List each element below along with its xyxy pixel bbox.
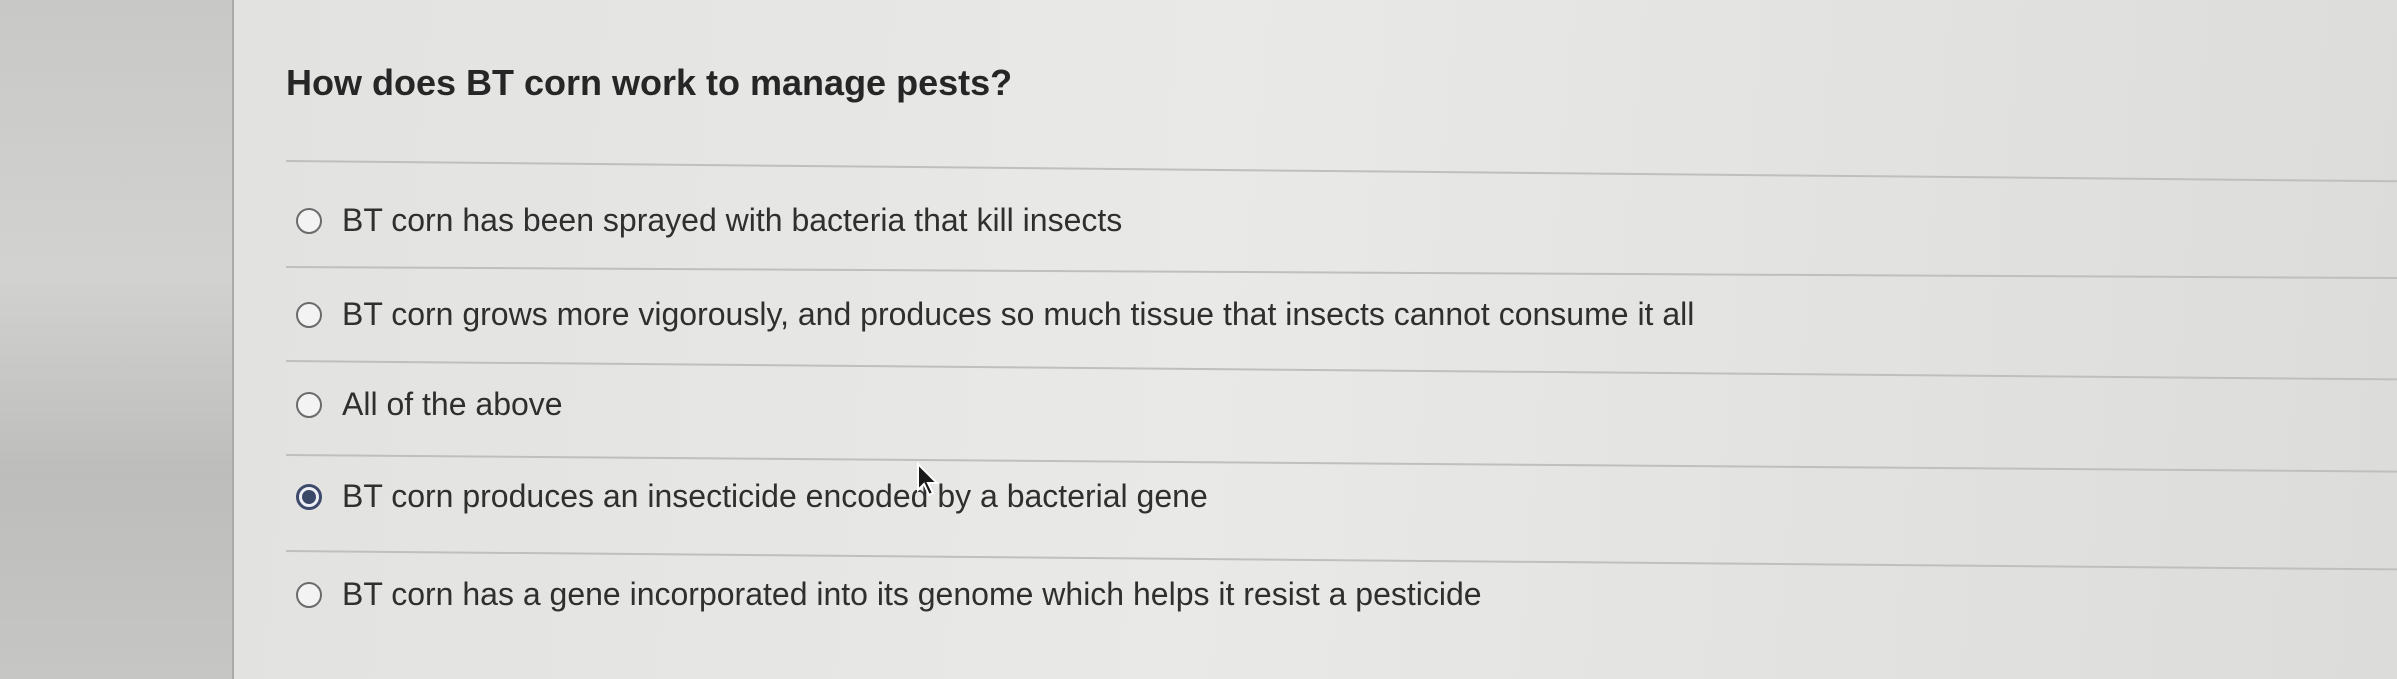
radio-button[interactable] [296,391,322,418]
option-label: BT corn has a gene incorporated into its… [342,576,1482,612]
left-margin [0,0,234,679]
radio-button-selected[interactable] [296,483,322,510]
option-label: All of the above [342,386,563,422]
radio-button[interactable] [296,301,322,328]
option-4[interactable]: BT corn produces an insecticide encoded … [296,478,1208,515]
radio-button[interactable] [296,207,322,234]
option-2[interactable]: BT corn grows more vigorously, and produ… [296,296,1694,333]
option-3[interactable]: All of the above [296,386,563,423]
radio-dot [302,489,316,504]
radio-button[interactable] [296,581,322,608]
option-label: BT corn grows more vigorously, and produ… [342,296,1695,332]
option-1[interactable]: BT corn has been sprayed with bacteria t… [296,202,1122,239]
option-label: BT corn has been sprayed with bacteria t… [342,202,1123,238]
option-label: BT corn produces an insecticide encoded … [342,478,1208,514]
question-text: How does BT corn work to manage pests? [286,62,1013,103]
mouse-cursor-icon [917,462,940,497]
option-5[interactable]: BT corn has a gene incorporated into its… [296,576,1482,613]
